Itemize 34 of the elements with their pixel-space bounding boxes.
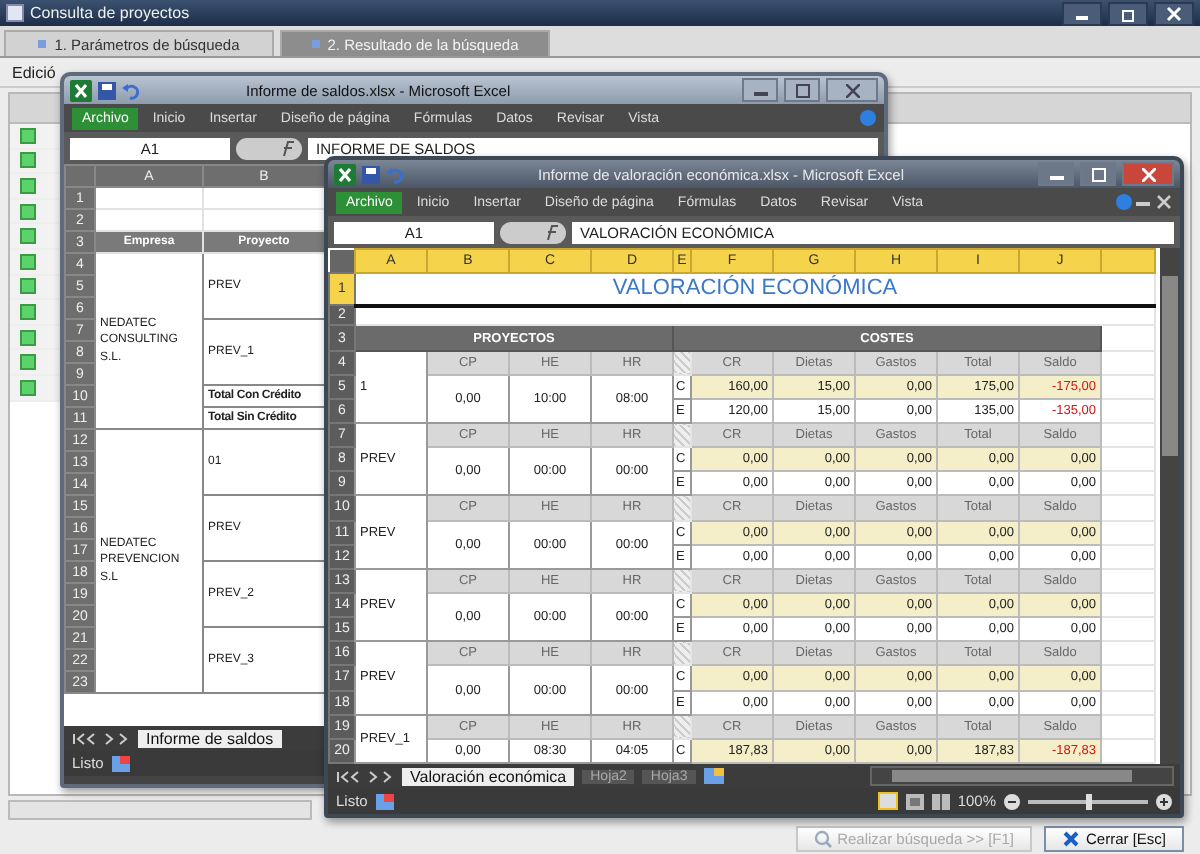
slider-thumb[interactable] <box>1086 793 1092 809</box>
horizontal-scrollbar[interactable] <box>870 766 1174 786</box>
page-layout-icon[interactable] <box>905 793 924 809</box>
sheet-navigation-icon[interactable] <box>334 769 394 783</box>
normal-view-icon[interactable] <box>877 792 898 810</box>
macro-icon[interactable] <box>375 793 394 809</box>
spreadsheet-app-icon <box>70 79 92 101</box>
macro-icon[interactable] <box>111 755 130 771</box>
page-break-icon[interactable] <box>931 793 950 809</box>
minimize-icon[interactable] <box>1062 1 1102 25</box>
sheet-tab[interactable]: Informe de saldos <box>138 729 282 747</box>
app-icon <box>6 4 24 22</box>
menu-item[interactable]: Edició <box>12 63 56 81</box>
search-icon <box>813 830 832 848</box>
zoom-in-icon[interactable] <box>1156 793 1172 809</box>
maximize-icon[interactable] <box>784 78 820 102</box>
close-icon <box>1061 830 1080 848</box>
new-sheet-icon[interactable] <box>703 768 724 784</box>
function-icon[interactable] <box>236 137 302 159</box>
undo-icon[interactable] <box>122 81 140 99</box>
vertical-scrollbar[interactable] <box>1160 248 1180 764</box>
save-icon[interactable] <box>98 81 116 99</box>
sheet-tab[interactable]: Valoración económica <box>402 767 575 785</box>
spreadsheet-app-icon <box>334 163 356 185</box>
restore-icon[interactable] <box>1108 1 1148 25</box>
function-icon[interactable] <box>500 221 566 243</box>
window-title: Consulta de proyectos <box>30 4 190 22</box>
maximize-icon[interactable] <box>1080 162 1116 186</box>
zoom-out-icon[interactable] <box>1004 793 1020 809</box>
sheet-navigation-icon[interactable] <box>70 731 130 745</box>
sheet-title: VALORACIÓN ECONÓMICA <box>355 273 1155 306</box>
save-icon[interactable] <box>362 165 380 183</box>
horizontal-scrollbar[interactable] <box>8 800 312 820</box>
close-icon[interactable] <box>1154 1 1194 25</box>
